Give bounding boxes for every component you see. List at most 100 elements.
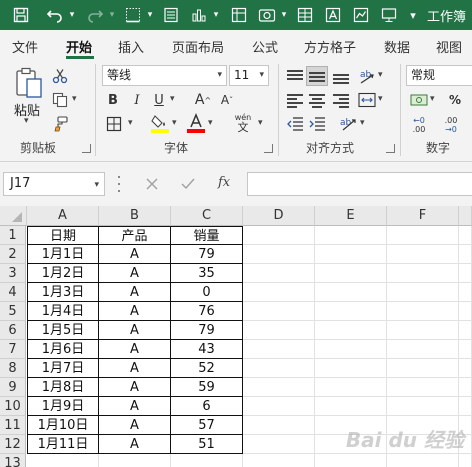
empty-cell[interactable] [459, 283, 472, 302]
empty-cell[interactable] [315, 454, 387, 467]
row-header[interactable]: 7 [0, 340, 26, 359]
empty-cell[interactable] [315, 321, 387, 340]
insert-function-button[interactable]: fx [218, 175, 230, 190]
row-header[interactable]: 1 [0, 226, 26, 245]
decrease-decimal-icon[interactable]: .00 →0 [438, 114, 464, 136]
borders-dropdown-icon[interactable]: ▾ [144, 4, 156, 26]
increase-decimal-icon[interactable]: ←0 .00 [406, 114, 432, 136]
accounting-format-icon[interactable] [408, 90, 430, 110]
empty-cell[interactable] [243, 435, 315, 454]
column-header[interactable]: F [387, 206, 459, 226]
borders-dropdown-icon[interactable]: ▾ [128, 118, 133, 128]
empty-cell[interactable] [459, 226, 472, 245]
table-cell[interactable]: 1月9日 [27, 397, 99, 416]
font-size-select[interactable]: 11 ▾ [229, 65, 269, 86]
table-cell[interactable]: 1月11日 [27, 435, 99, 454]
paste-icon[interactable] [12, 66, 46, 100]
empty-cell[interactable] [243, 226, 315, 245]
empty-cell[interactable] [315, 245, 387, 264]
orientation-dropdown-icon[interactable]: ▾ [378, 70, 383, 80]
align-right-icon[interactable] [330, 90, 352, 110]
table-cell[interactable]: A [99, 416, 171, 435]
tab-insert[interactable]: 插入 [118, 37, 144, 56]
save-icon[interactable] [10, 4, 32, 26]
empty-cell[interactable] [459, 245, 472, 264]
select-all-corner[interactable] [0, 206, 27, 226]
table-cell[interactable]: 1月8日 [27, 378, 99, 397]
row-header[interactable]: 2 [0, 245, 26, 264]
cut-icon[interactable] [50, 66, 70, 86]
table-cell[interactable]: 59 [171, 378, 243, 397]
empty-cell[interactable] [315, 397, 387, 416]
fill-color-dropdown-icon[interactable]: ▾ [172, 118, 177, 128]
chart-icon[interactable] [188, 4, 210, 26]
empty-cell[interactable] [315, 359, 387, 378]
table-cell[interactable]: 43 [171, 340, 243, 359]
empty-cell[interactable] [459, 359, 472, 378]
empty-cell[interactable] [387, 245, 459, 264]
table-cell[interactable]: 1月4日 [27, 302, 99, 321]
empty-cell[interactable] [387, 321, 459, 340]
empty-cell[interactable] [315, 340, 387, 359]
orientation-icon[interactable]: ab [356, 65, 378, 87]
empty-cell[interactable] [243, 359, 315, 378]
empty-cell[interactable] [171, 454, 243, 467]
tab-fangfang-gezi[interactable]: 方方格子 [304, 37, 356, 56]
table-cell[interactable]: 76 [171, 302, 243, 321]
empty-cell[interactable] [459, 454, 472, 467]
alignment-launcher-icon[interactable] [386, 144, 395, 153]
table-cell[interactable]: A [99, 302, 171, 321]
row-header[interactable]: 4 [0, 283, 26, 302]
table-cell[interactable]: A [99, 321, 171, 340]
empty-cell[interactable] [243, 340, 315, 359]
paste-dropdown-icon[interactable]: ▾ [24, 116, 29, 126]
clipboard-launcher-icon[interactable] [82, 144, 91, 153]
decrease-indent-icon[interactable] [284, 114, 306, 134]
underline-dropdown-icon[interactable]: ▾ [170, 94, 175, 104]
text-box-icon[interactable] [322, 4, 344, 26]
table-cell[interactable]: 1月7日 [27, 359, 99, 378]
empty-cell[interactable] [387, 226, 459, 245]
table-cell[interactable]: A [99, 378, 171, 397]
copy-icon[interactable] [50, 90, 70, 110]
tab-page-layout[interactable]: 页面布局 [172, 37, 224, 56]
table-cell[interactable]: A [99, 435, 171, 454]
empty-cell[interactable] [459, 264, 472, 283]
borders-quick-icon[interactable] [122, 4, 144, 26]
redo-icon[interactable] [84, 4, 106, 26]
italic-button[interactable]: I [128, 90, 146, 110]
empty-cell[interactable] [99, 454, 171, 467]
empty-cell[interactable] [243, 245, 315, 264]
table-cell[interactable]: A [99, 283, 171, 302]
camera-icon[interactable] [228, 4, 250, 26]
presentation-icon[interactable] [378, 4, 400, 26]
row-header[interactable]: 8 [0, 359, 26, 378]
wrap-text-icon[interactable]: ab [338, 114, 360, 134]
table-icon[interactable] [294, 4, 316, 26]
empty-cell[interactable] [459, 321, 472, 340]
underline-button[interactable]: U [150, 90, 168, 110]
shrink-font-button[interactable]: Aˇ [218, 90, 236, 110]
table-cell[interactable]: 6 [171, 397, 243, 416]
row-header[interactable]: 13 [0, 454, 26, 467]
row-header[interactable]: 11 [0, 416, 26, 435]
row-header[interactable]: 9 [0, 378, 26, 397]
table-cell[interactable]: 1月10日 [27, 416, 99, 435]
empty-cell[interactable] [459, 397, 472, 416]
name-box[interactable]: J17 ▾ [3, 172, 105, 196]
chart-dropdown-icon[interactable]: ▾ [210, 4, 222, 26]
empty-cell[interactable] [243, 264, 315, 283]
column-header[interactable]: A [27, 206, 99, 226]
screenshot-icon[interactable] [256, 4, 278, 26]
number-format-select[interactable]: 常规 [406, 65, 472, 86]
wrap-text-dropdown-icon[interactable]: ▾ [360, 118, 365, 128]
column-header[interactable]: B [99, 206, 171, 226]
empty-cell[interactable] [459, 302, 472, 321]
undo-dropdown-icon[interactable]: ▾ [66, 4, 78, 26]
merge-dropdown-icon[interactable]: ▾ [378, 94, 383, 104]
font-color-dropdown-icon[interactable]: ▾ [208, 118, 213, 128]
align-left-icon[interactable] [284, 90, 306, 110]
table-cell[interactable]: A [99, 340, 171, 359]
tab-formulas[interactable]: 公式 [252, 37, 278, 56]
customize-qat-icon[interactable]: ▾ [406, 4, 420, 26]
